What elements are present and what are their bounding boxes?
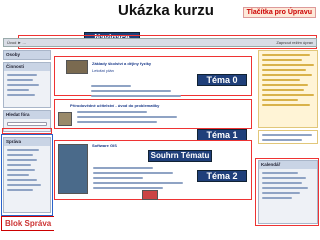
section-0-image — [66, 60, 88, 74]
block-activities-head: Činnosti — [4, 63, 50, 71]
souhrn-callout: Souhrn Tématu — [148, 150, 212, 162]
section-2-links — [90, 164, 200, 192]
admin-block-highlight — [1, 134, 53, 216]
course-topbar: Úvod ► ... Zapnout režim úprav — [3, 38, 317, 47]
tema0-callout: Téma 0 — [197, 74, 247, 86]
admin-block-callout: Blok Správa — [1, 216, 56, 231]
right-notice-block — [258, 130, 318, 144]
block-search-head: Hledat fóra — [4, 111, 50, 119]
section-1-image — [58, 112, 72, 126]
block-people-head: Osoby — [4, 51, 50, 59]
edit-mode-button[interactable]: Zapnout režim úprav — [276, 40, 313, 45]
edit-buttons-callout: Tlačítka pro Úpravu — [242, 7, 316, 18]
section-2-title: Software GIS — [92, 143, 117, 148]
right-info-block — [258, 50, 318, 128]
section-0-title: Základy školství a dějiny fyziky — [92, 61, 152, 66]
section-2-image — [58, 144, 88, 194]
breadcrumb[interactable]: Úvod ► ... — [7, 40, 26, 45]
right-block-highlight — [255, 158, 319, 226]
section-0-links — [88, 82, 188, 100]
block-people: Osoby — [3, 50, 51, 60]
section-0-sub[interactable]: Letošní plán — [92, 68, 114, 73]
section-2-icon — [142, 190, 158, 200]
tema2-callout: Téma 2 — [197, 170, 247, 182]
page-title: Ukázka kurzu — [118, 2, 214, 19]
section-1-links — [74, 108, 184, 126]
block-activities: Činnosti — [3, 62, 51, 108]
